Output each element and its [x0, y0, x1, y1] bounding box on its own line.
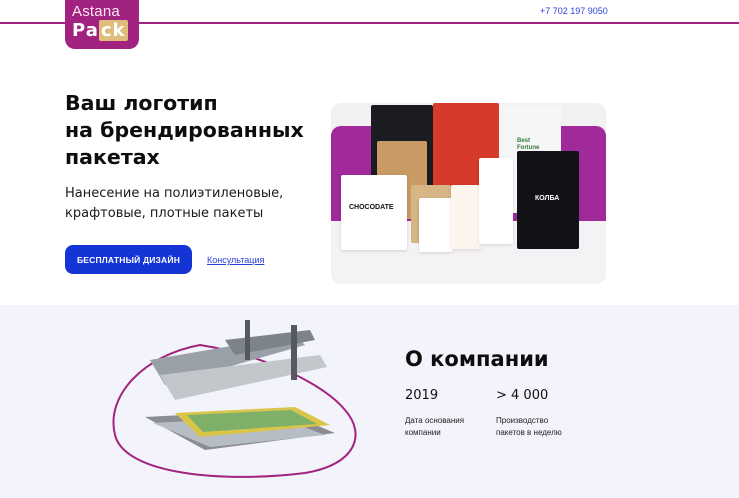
best-fortune-label: Best Fortune	[517, 138, 540, 151]
ds-bag	[419, 198, 453, 252]
stat-production-label: Производство пакетов в неделю	[496, 416, 562, 437]
white-paper-bag	[479, 158, 513, 244]
free-design-button[interactable]: БЕСПЛАТНЫЙ ДИЗАЙН	[65, 245, 192, 274]
phone-link[interactable]: +7 702 197 9050	[540, 6, 608, 16]
product-photo: Best Fortune CHOCODATE КОЛБА	[331, 103, 606, 284]
about-title: О компании	[405, 347, 549, 371]
logo-text-bottom: Pa ck	[72, 20, 128, 41]
stat-founded-label: Дата основания компании	[405, 416, 465, 437]
chocodate-label: CHOCODATE	[349, 204, 394, 211]
hero-title: Ваш логотип на брендированных пакетах	[65, 91, 304, 169]
logo[interactable]: Astana Pa ck	[65, 0, 139, 49]
cream-bag	[451, 185, 481, 249]
logo-text-top: Astana	[72, 3, 120, 20]
hero-subtitle: Нанесение на полиэтиленовые, крафтовые, …	[65, 186, 284, 221]
chocodate-bag	[341, 175, 407, 250]
kolba-label: КОЛБА	[535, 195, 560, 202]
stat-founded-value: 2019	[405, 388, 439, 403]
consultation-link[interactable]: Консультация	[207, 255, 264, 265]
screen-printing-machine-image	[112, 320, 357, 478]
stat-production-value: > 4 000	[496, 388, 549, 403]
